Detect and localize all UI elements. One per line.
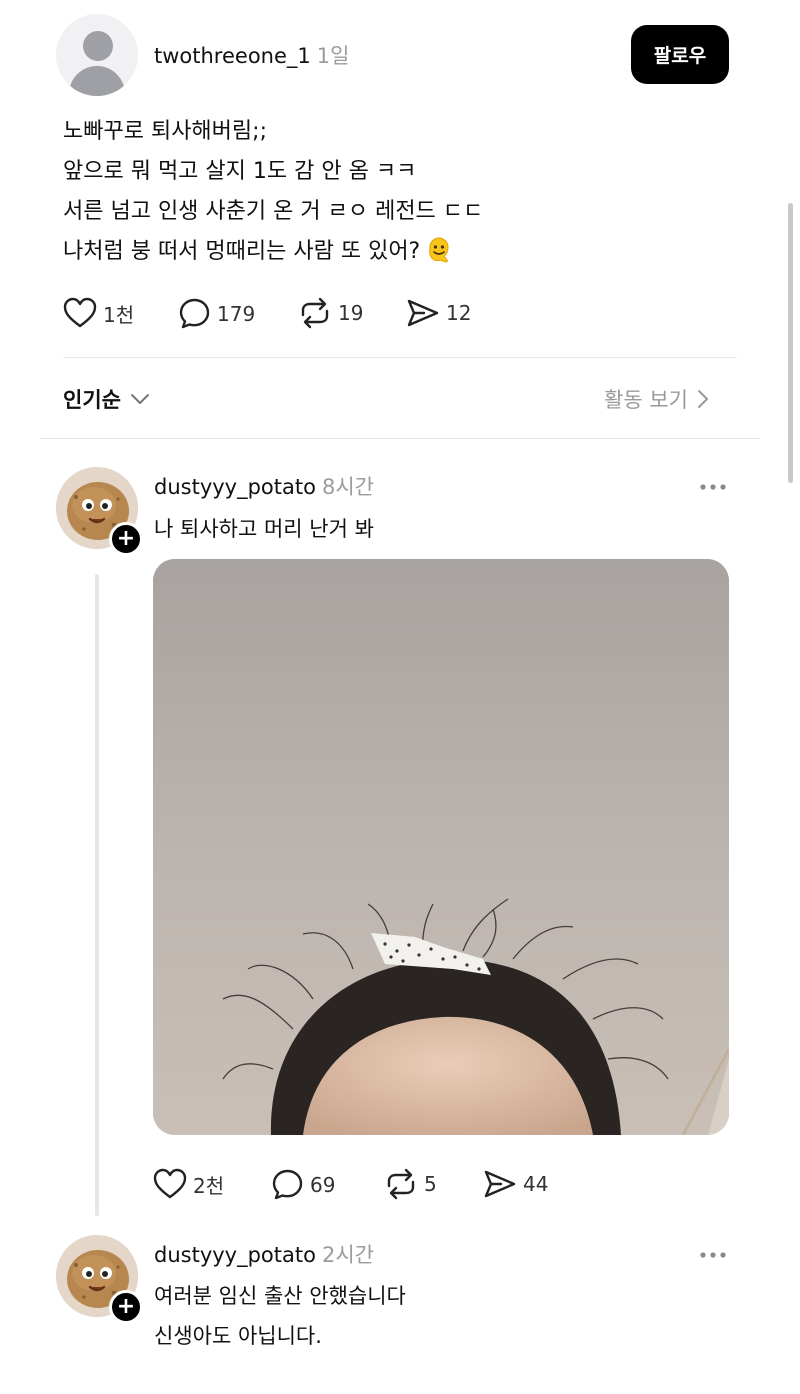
- repost-count: 19: [338, 301, 364, 325]
- comment-like-count: 2천: [193, 1173, 225, 1198]
- post-author-row: twothreeone_1 1일: [154, 40, 349, 70]
- more-options-button[interactable]: [699, 472, 727, 497]
- post-text-line-4: 나처럼 붕 떠서 멍때리는 사람 또 있어?: [63, 239, 421, 264]
- comment-reply-button[interactable]: 69: [271, 1168, 335, 1201]
- like-button[interactable]: 1천: [63, 297, 134, 329]
- comment-author-row: dustyyy_potato 2시간: [154, 1239, 374, 1269]
- photo-forehead-image: [153, 559, 729, 1135]
- comment-photo[interactable]: [153, 559, 729, 1135]
- post-username[interactable]: twothreeone_1: [154, 44, 311, 68]
- comment-share-button[interactable]: 44: [483, 1168, 548, 1200]
- comment-repost-button[interactable]: 5: [384, 1168, 437, 1200]
- post-text-line-1: 노빠꾸로 퇴사해버림;;: [63, 119, 267, 144]
- melting-face-icon: [429, 237, 449, 263]
- divider: [40, 438, 760, 439]
- heart-icon: [63, 297, 97, 328]
- comment-share-count: 44: [523, 1172, 549, 1196]
- post-text-line-2: 앞으로 뭐 먹고 살지 1도 감 안 옴 ㅋㅋ: [63, 159, 417, 184]
- more-icon: [700, 1252, 726, 1258]
- post-time: 1일: [316, 44, 350, 68]
- send-icon: [407, 299, 439, 327]
- more-options-button[interactable]: [699, 1240, 727, 1265]
- view-activity-link[interactable]: 활동 보기: [604, 384, 710, 414]
- comment-text-line-1: 여러분 임신 출산 안했습니다: [154, 1284, 406, 1308]
- post-text-line-4-row: 나처럼 붕 떠서 멍때리는 사람 또 있어?: [63, 232, 454, 272]
- chevron-right-icon: [697, 390, 708, 408]
- comment-bubble-icon: [179, 298, 210, 329]
- share-count: 12: [446, 301, 472, 325]
- post-text-line-3: 서른 넘고 인생 사춘기 온 거 ㄹㅇ 레전드 ㄷㄷ: [63, 199, 484, 224]
- thread-line: [95, 574, 99, 1216]
- comment-bubble-icon: [272, 1169, 303, 1200]
- follow-plus-badge[interactable]: +: [109, 522, 143, 556]
- sort-label: 인기순: [63, 388, 121, 412]
- comment-repost-count: 5: [424, 1172, 437, 1196]
- default-avatar-head: [83, 31, 113, 61]
- heart-icon: [153, 1168, 187, 1199]
- more-icon: [700, 484, 726, 490]
- author-avatar[interactable]: [56, 14, 138, 96]
- comment-author-row: dustyyy_potato 8시간: [154, 471, 374, 501]
- follow-button[interactable]: 팔로우: [631, 25, 729, 84]
- chevron-down-icon: [130, 394, 149, 404]
- activity-label: 활동 보기: [604, 388, 688, 412]
- comment-time: 8시간: [321, 475, 374, 499]
- sort-dropdown[interactable]: 인기순: [63, 384, 151, 414]
- repost-button[interactable]: 19: [298, 297, 363, 329]
- comment-text-line-2: 신생아도 아닙니다.: [154, 1324, 322, 1348]
- comment-button[interactable]: 179: [178, 297, 255, 330]
- send-icon: [484, 1170, 516, 1198]
- comment-username[interactable]: dustyyy_potato: [154, 475, 316, 499]
- share-button[interactable]: 12: [406, 297, 471, 329]
- like-count: 1천: [103, 302, 135, 327]
- follow-plus-badge[interactable]: +: [109, 1290, 143, 1324]
- comment-reply-count: 69: [310, 1172, 336, 1197]
- repost-icon: [301, 297, 329, 329]
- default-avatar-body: [69, 66, 125, 96]
- repost-icon: [387, 1168, 415, 1200]
- divider: [63, 357, 737, 358]
- scrollbar[interactable]: [788, 203, 793, 483]
- comment-like-button[interactable]: 2천: [153, 1168, 224, 1200]
- comment-text-line-1: 나 퇴사하고 머리 난거 봐: [154, 517, 374, 541]
- comment-time: 2시간: [321, 1243, 374, 1267]
- comment-username[interactable]: dustyyy_potato: [154, 1243, 316, 1267]
- comment-count: 179: [217, 301, 256, 326]
